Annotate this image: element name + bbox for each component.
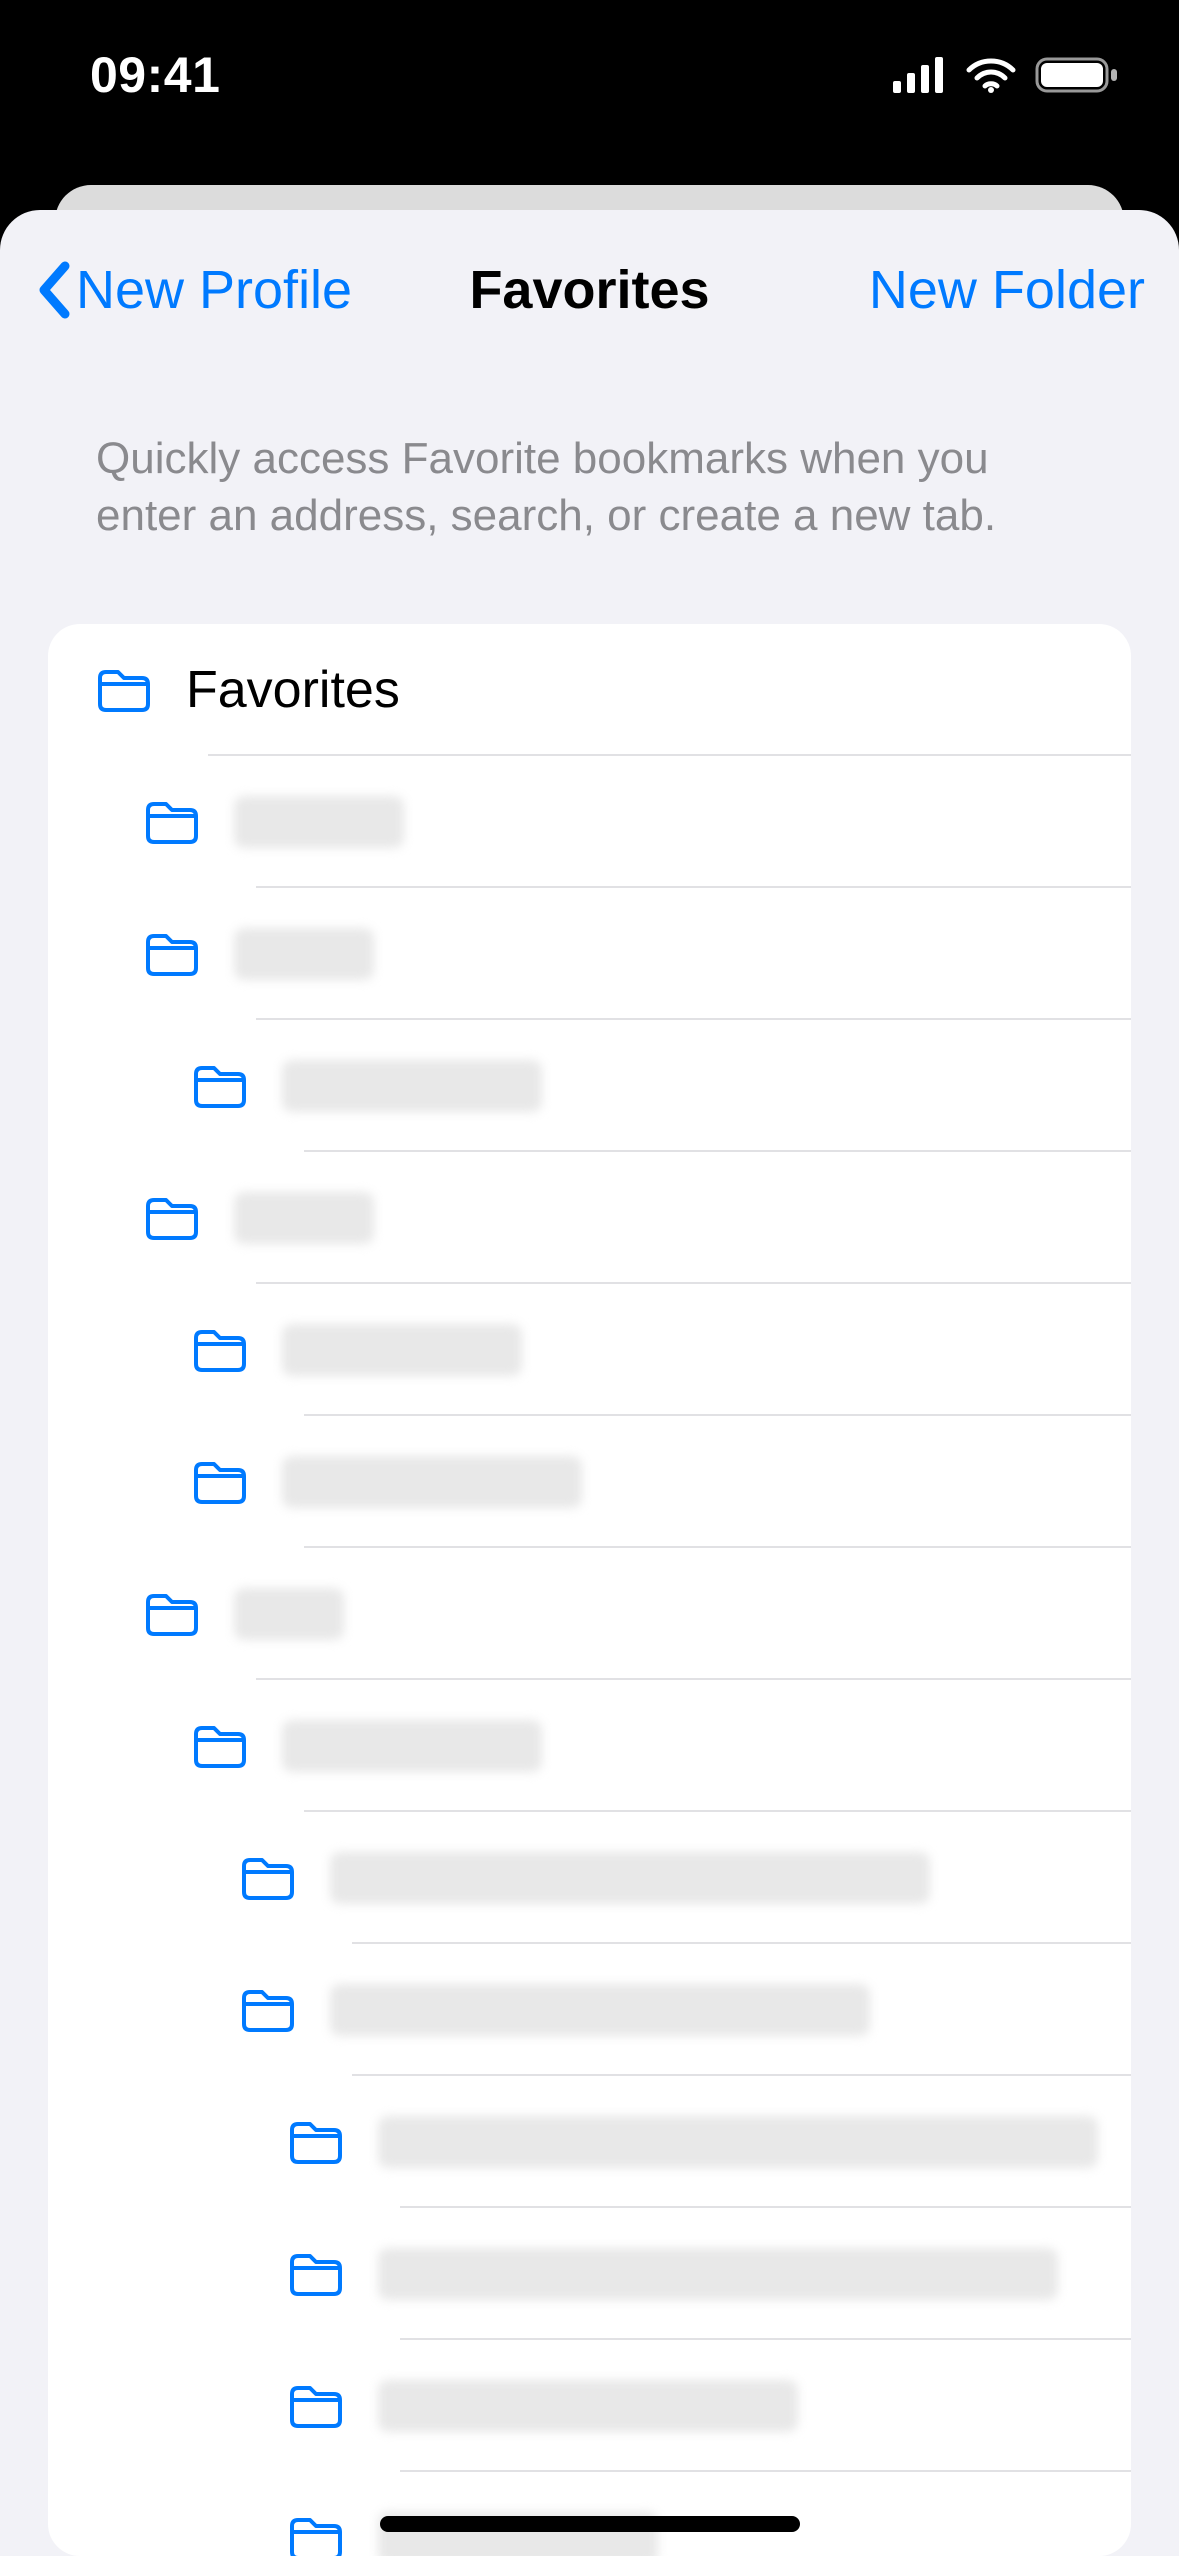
folder-label (282, 1456, 582, 1508)
folder-label (378, 2380, 798, 2432)
status-indicators (893, 55, 1119, 95)
folder-label (378, 2116, 1098, 2168)
folder-label (282, 1324, 522, 1376)
folder-row[interactable] (48, 1548, 1131, 1680)
folder-row[interactable] (48, 1416, 1131, 1548)
folder-row[interactable] (48, 2340, 1131, 2472)
description-text: Quickly access Favorite bookmarks when y… (0, 370, 1179, 624)
folder-label (234, 1588, 344, 1640)
folder-row[interactable] (48, 1680, 1131, 1812)
folder-label (378, 2248, 1058, 2300)
chevron-left-icon (34, 260, 72, 320)
folder-label (234, 796, 404, 848)
folder-list: Favorites (48, 624, 1131, 2556)
favorites-sheet: New Profile Favorites New Folder Quickly… (0, 210, 1179, 2556)
folder-icon (192, 1724, 282, 1768)
folder-label (282, 1720, 542, 1772)
folder-label (234, 1192, 374, 1244)
folder-icon (288, 2516, 378, 2556)
folder-label (330, 1852, 930, 1904)
folder-row[interactable] (48, 1152, 1131, 1284)
cellular-icon (893, 57, 947, 93)
home-indicator[interactable] (380, 2516, 800, 2532)
status-bar: 09:41 (0, 0, 1179, 150)
folder-row[interactable] (48, 1020, 1131, 1152)
folder-row[interactable] (48, 2208, 1131, 2340)
folder-row[interactable] (48, 888, 1131, 1020)
folder-icon (288, 2384, 378, 2428)
folder-icon (288, 2120, 378, 2164)
folder-icon (240, 1856, 330, 1900)
nav-bar: New Profile Favorites New Folder (0, 210, 1179, 370)
folder-row[interactable] (48, 1944, 1131, 2076)
folder-icon (144, 932, 234, 976)
wifi-icon (965, 56, 1017, 94)
back-label: New Profile (76, 259, 352, 321)
folder-label (330, 1984, 870, 2036)
folder-icon (240, 1988, 330, 2032)
folder-row[interactable]: Favorites (48, 624, 1131, 756)
status-time: 09:41 (90, 46, 220, 104)
folder-icon (192, 1460, 282, 1504)
folder-icon (144, 800, 234, 844)
folder-row[interactable] (48, 1812, 1131, 1944)
folder-label (234, 928, 374, 980)
folder-icon (96, 668, 186, 712)
folder-row[interactable] (48, 756, 1131, 888)
folder-row[interactable] (48, 1284, 1131, 1416)
folder-icon (192, 1328, 282, 1372)
folder-row[interactable] (48, 2076, 1131, 2208)
new-folder-button[interactable]: New Folder (869, 259, 1145, 321)
page-title: Favorites (469, 259, 709, 321)
folder-label (282, 1060, 542, 1112)
back-button[interactable]: New Profile (34, 259, 352, 321)
folder-label: Favorites (186, 660, 400, 720)
folder-row[interactable] (48, 2472, 1131, 2556)
battery-icon (1035, 55, 1119, 95)
folder-icon (192, 1064, 282, 1108)
folder-icon (144, 1592, 234, 1636)
folder-icon (144, 1196, 234, 1240)
folder-icon (288, 2252, 378, 2296)
